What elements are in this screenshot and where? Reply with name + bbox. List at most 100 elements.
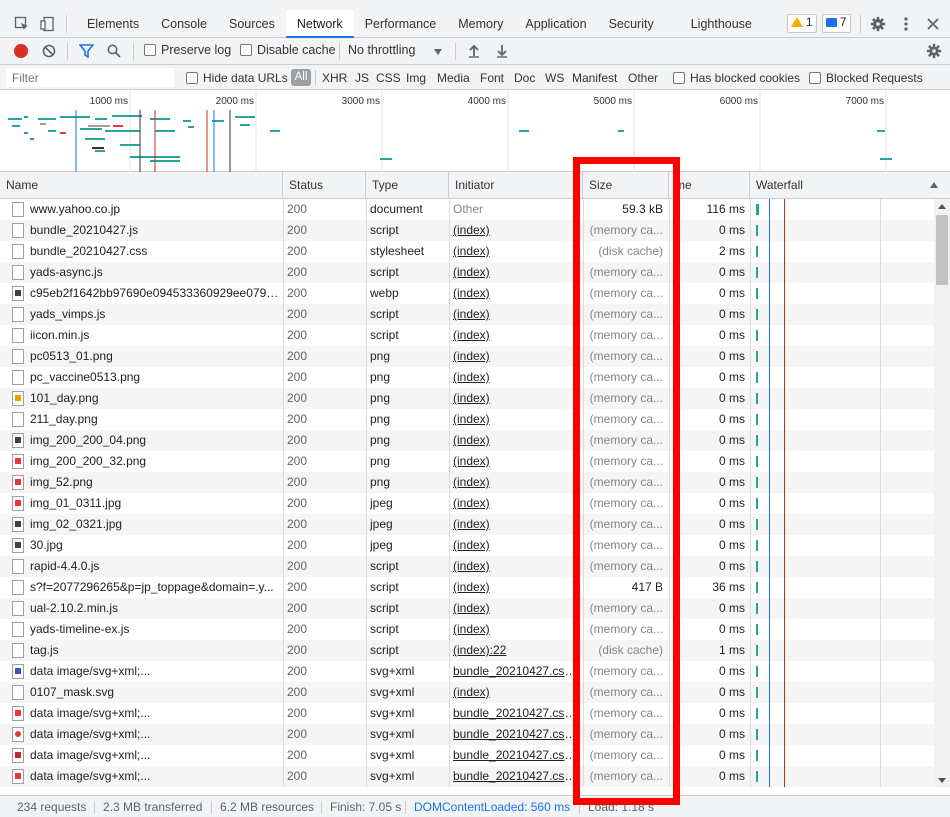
close-icon[interactable] bbox=[925, 16, 941, 32]
row-initiator[interactable]: (index) bbox=[453, 472, 579, 493]
sort-ascending-icon[interactable] bbox=[930, 182, 938, 188]
checkbox-box[interactable] bbox=[673, 72, 685, 84]
row-initiator[interactable]: bundle_20210427.css:... bbox=[453, 766, 579, 787]
filter-type-css[interactable]: CSS bbox=[376, 71, 401, 85]
table-row[interactable]: iicon.min.js 200 script (index) (memory ca..… bbox=[0, 325, 934, 346]
row-initiator[interactable]: (index):22 bbox=[453, 640, 579, 661]
filter-input[interactable] bbox=[6, 68, 174, 87]
row-initiator[interactable]: (index) bbox=[453, 304, 579, 325]
table-row[interactable]: 101_day.png 200 png (index) (memory ca... 0 m… bbox=[0, 388, 934, 409]
scroll-down-arrow-icon[interactable] bbox=[938, 778, 946, 783]
table-row[interactable]: data image/svg+xml;... 200 svg+xml bundle_2… bbox=[0, 724, 934, 745]
row-initiator[interactable]: (index) bbox=[453, 430, 579, 451]
row-initiator[interactable]: bundle_20210427.css:... bbox=[453, 661, 579, 682]
table-row[interactable]: s?f=2077296265&p=jp_toppage&domain=.y...… bbox=[0, 577, 934, 598]
checkbox-box[interactable] bbox=[144, 44, 156, 56]
row-initiator[interactable]: (index) bbox=[453, 325, 579, 346]
table-row[interactable]: bundle_20210427.css 200 stylesheet (index)(… bbox=[0, 241, 934, 262]
column-header-name[interactable]: Name bbox=[0, 172, 283, 199]
settings-gear-icon[interactable] bbox=[870, 16, 886, 32]
more-options-icon[interactable] bbox=[898, 16, 914, 32]
table-row[interactable]: 30.jpg 200 jpeg (index) (memory ca... 0 ms bbox=[0, 535, 934, 556]
row-initiator[interactable]: bundle_20210427.css:... bbox=[453, 724, 579, 745]
table-row[interactable]: rapid-4.4.0.js 200 script (index) (memory ca… bbox=[0, 556, 934, 577]
column-header-waterfall[interactable]: Waterfall bbox=[750, 172, 950, 199]
table-row[interactable]: pc0513_01.png 200 png (index) (memory ca... 0… bbox=[0, 346, 934, 367]
disable-cache-checkbox[interactable]: Disable cache bbox=[240, 43, 336, 57]
table-row[interactable]: img_02_0321.jpg 200 jpeg (index) (memory ca.… bbox=[0, 514, 934, 535]
row-initiator[interactable]: (index) bbox=[453, 514, 579, 535]
tab-network[interactable]: Network bbox=[285, 10, 354, 38]
table-row[interactable]: img_200_200_04.png 200 png (index) (memory c… bbox=[0, 430, 934, 451]
table-row[interactable]: c95eb2f1642bb97690e094533360929ee0791...… bbox=[0, 283, 934, 304]
tab-application[interactable]: Application bbox=[514, 10, 597, 38]
row-initiator[interactable]: (index) bbox=[453, 409, 579, 430]
row-initiator[interactable]: (index) bbox=[453, 241, 579, 262]
table-row[interactable]: data image/svg+xml;... 200 svg+xml bundle_2… bbox=[0, 766, 934, 787]
row-initiator[interactable]: (index) bbox=[453, 598, 579, 619]
row-initiator[interactable]: (index) bbox=[453, 283, 579, 304]
warnings-badge[interactable]: 1 bbox=[787, 14, 818, 33]
dropdown-arrow-icon[interactable] bbox=[434, 49, 442, 55]
search-icon[interactable] bbox=[107, 44, 121, 58]
hide-data-urls-checkbox[interactable]: Hide data URLs bbox=[186, 71, 288, 85]
table-row[interactable]: yads-async.js 200 script (index) (memory ca.… bbox=[0, 262, 934, 283]
row-initiator[interactable]: (index) bbox=[453, 556, 579, 577]
row-initiator[interactable]: (index) bbox=[453, 682, 579, 703]
tab-sources[interactable]: Sources bbox=[218, 10, 286, 38]
row-initiator[interactable]: Other bbox=[453, 199, 579, 220]
scroll-up-arrow-icon[interactable] bbox=[938, 204, 946, 209]
table-scrollbar[interactable] bbox=[934, 199, 950, 787]
filter-type-img[interactable]: Img bbox=[406, 71, 426, 85]
table-row[interactable]: pc_vaccine0513.png 200 png (index) (memory c… bbox=[0, 367, 934, 388]
checkbox-box[interactable] bbox=[186, 72, 198, 84]
row-initiator[interactable]: (index) bbox=[453, 535, 579, 556]
table-row[interactable]: ual-2.10.2.min.js 200 script (index) (memory… bbox=[0, 598, 934, 619]
clear-icon[interactable] bbox=[42, 44, 56, 58]
row-initiator[interactable]: (index) bbox=[453, 577, 579, 598]
column-header-initiator[interactable]: Initiator bbox=[449, 172, 583, 199]
row-initiator[interactable]: (index) bbox=[453, 346, 579, 367]
network-settings-gear-icon[interactable] bbox=[926, 43, 942, 59]
table-row[interactable]: img_01_0311.jpg 200 jpeg (index) (memory ca.… bbox=[0, 493, 934, 514]
table-row[interactable]: data image/svg+xml;... 200 svg+xml bundle_2… bbox=[0, 745, 934, 766]
column-header-time[interactable]: me bbox=[669, 172, 750, 199]
blocked-requests-checkbox[interactable]: Blocked Requests bbox=[809, 71, 923, 85]
row-initiator[interactable]: (index) bbox=[453, 220, 579, 241]
row-initiator[interactable]: (index) bbox=[453, 388, 579, 409]
inspect-element-icon[interactable] bbox=[14, 16, 30, 32]
checkbox-box[interactable] bbox=[809, 72, 821, 84]
preserve-log-checkbox[interactable]: Preserve log bbox=[144, 43, 231, 57]
column-header-status[interactable]: Status bbox=[283, 172, 366, 199]
row-initiator[interactable]: bundle_20210427.css:... bbox=[453, 703, 579, 724]
device-toolbar-icon[interactable] bbox=[40, 16, 56, 32]
row-initiator[interactable]: (index) bbox=[453, 262, 579, 283]
export-har-icon[interactable] bbox=[495, 44, 509, 58]
filter-type-other[interactable]: Other bbox=[628, 71, 658, 85]
scrollbar-thumb[interactable] bbox=[936, 215, 948, 285]
messages-badge[interactable]: 7 bbox=[822, 14, 852, 33]
checkbox-box[interactable] bbox=[240, 44, 252, 56]
filter-type-ws[interactable]: WS bbox=[545, 71, 564, 85]
filter-type-doc[interactable]: Doc bbox=[514, 71, 535, 85]
table-row[interactable]: bundle_20210427.js 200 script (index) (memor… bbox=[0, 220, 934, 241]
tab-memory[interactable]: Memory bbox=[447, 10, 514, 38]
row-initiator[interactable]: (index) bbox=[453, 493, 579, 514]
table-row[interactable]: tag.js 200 script (index):22 (disk cache) 1 m… bbox=[0, 640, 934, 661]
tab-performance[interactable]: Performance bbox=[354, 10, 448, 38]
tab-lighthouse[interactable]: Lighthouse bbox=[680, 10, 763, 38]
import-har-icon[interactable] bbox=[467, 44, 481, 58]
record-icon[interactable] bbox=[14, 44, 28, 58]
table-row[interactable]: yads_vimps.js 200 script (index) (memory ca.… bbox=[0, 304, 934, 325]
row-initiator[interactable]: (index) bbox=[453, 619, 579, 640]
tab-console[interactable]: Console bbox=[150, 10, 218, 38]
table-row[interactable]: img_52.png 200 png (index) (memory ca... 0 ms bbox=[0, 472, 934, 493]
table-row[interactable]: data image/svg+xml;... 200 svg+xml bundle_2… bbox=[0, 661, 934, 682]
filter-type-manifest[interactable]: Manifest bbox=[572, 71, 617, 85]
row-initiator[interactable]: bundle_20210427.css:... bbox=[453, 745, 579, 766]
table-row[interactable]: yads-timeline-ex.js 200 script (index) (memo… bbox=[0, 619, 934, 640]
table-row[interactable]: 211_day.png 200 png (index) (memory ca... 0 m… bbox=[0, 409, 934, 430]
filter-funnel-icon[interactable] bbox=[78, 44, 95, 59]
row-initiator[interactable]: (index) bbox=[453, 451, 579, 472]
table-row[interactable]: img_200_200_32.png 200 png (index) (memory c… bbox=[0, 451, 934, 472]
